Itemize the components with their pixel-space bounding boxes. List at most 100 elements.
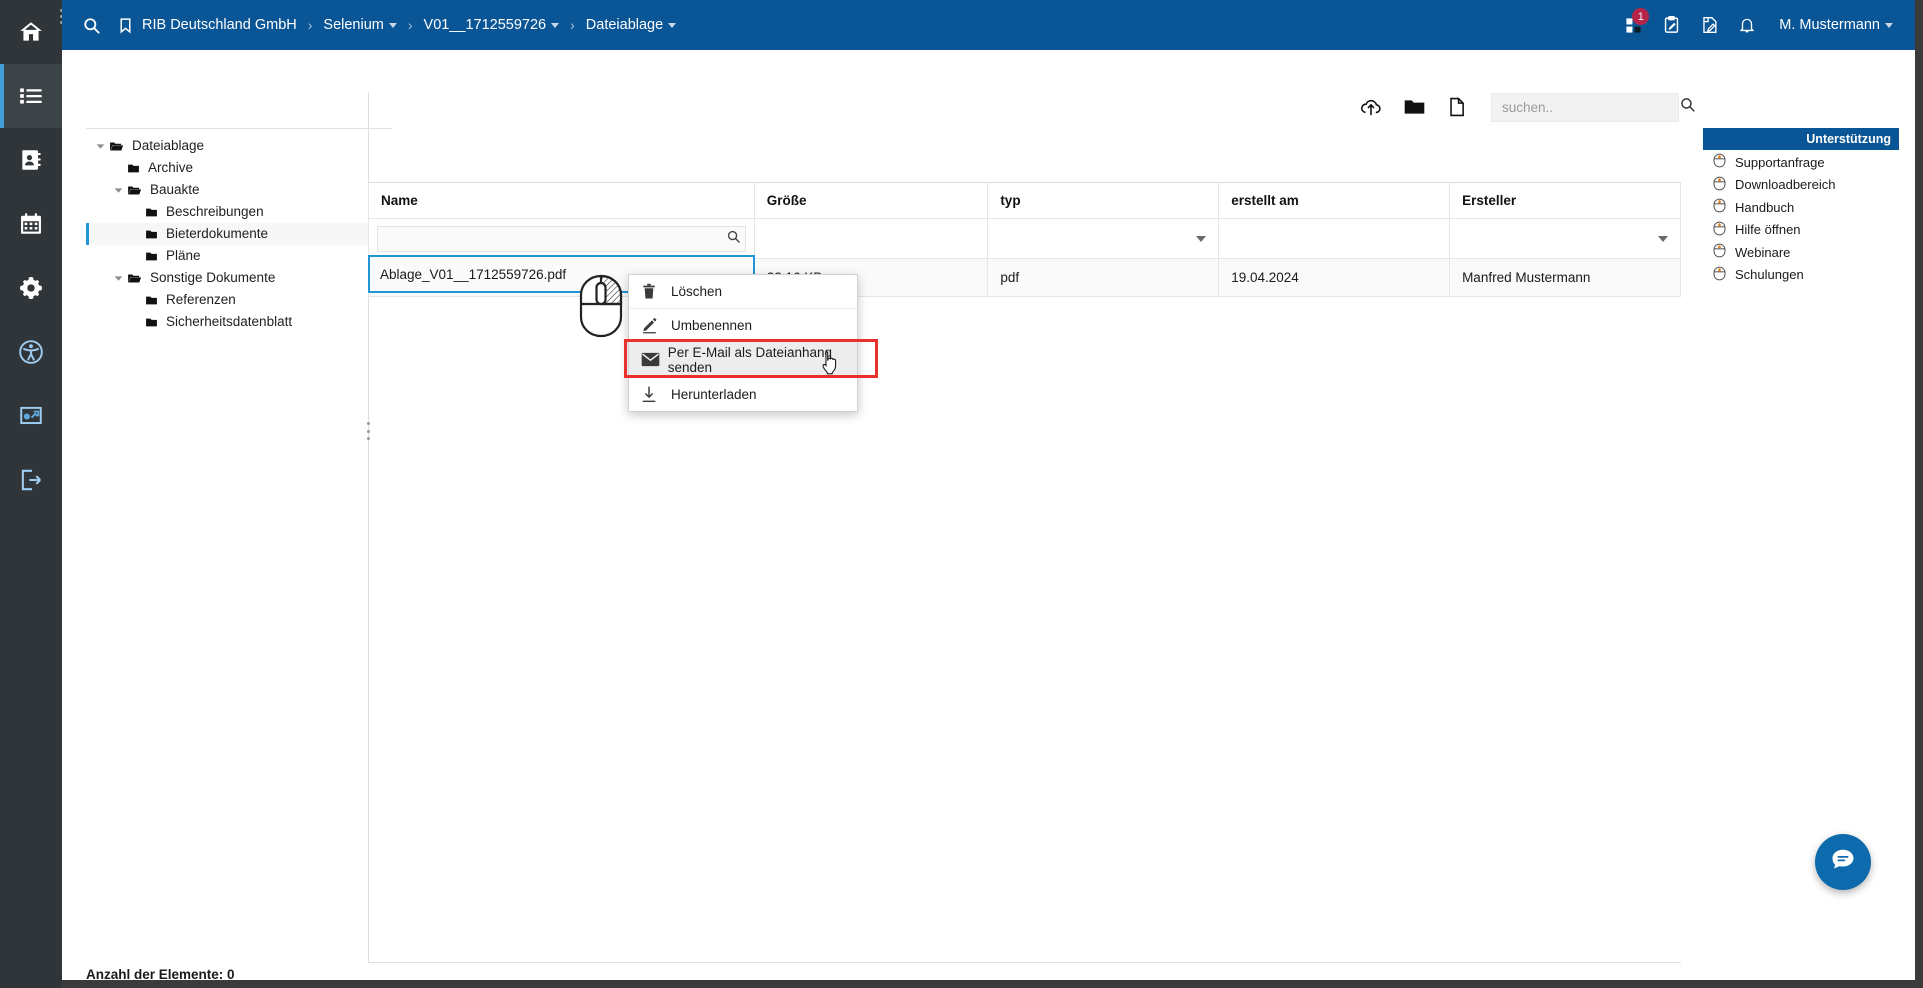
tree-node-referenzen[interactable]: Referenzen (86, 289, 392, 311)
filter-input-name-wrap[interactable] (377, 225, 746, 252)
grid-search-box[interactable] (1491, 92, 1695, 122)
tree-node-archive[interactable]: Archive (86, 157, 392, 179)
sidebar-item-presentation[interactable] (0, 384, 62, 448)
download-icon (641, 385, 671, 403)
column-header-type[interactable]: typ (987, 182, 1220, 219)
tree-node-label: Dateiablage (132, 138, 205, 154)
chevron-down-icon (1885, 22, 1893, 28)
bell-icon[interactable] (1729, 7, 1765, 43)
mouse-icon (1713, 198, 1726, 216)
column-header-name[interactable]: Name (368, 182, 755, 219)
chevron-down-icon (551, 22, 560, 28)
top-navigation-bar: RIB Deutschland GmbH › Selenium › V01__1… (62, 0, 1915, 50)
main-content: Dateiablage Archive Bauakte Beschreibungen B… (62, 50, 1915, 982)
context-menu: Löschen Umbenennen Per E-Mail als Dateianh… (628, 274, 858, 412)
tree-node-dateiablage[interactable]: Dateiablage (86, 135, 392, 157)
sidebar-item-list[interactable] (0, 64, 62, 128)
support-link-label: Handbuch (1735, 199, 1795, 215)
note-edit-icon[interactable] (1691, 7, 1727, 43)
apps-icon[interactable]: 1 (1615, 7, 1651, 43)
mouse-icon (1713, 243, 1726, 261)
sidebar-item-settings[interactable] (0, 256, 62, 320)
grid-toolbar (368, 50, 1695, 182)
search-input[interactable] (1502, 99, 1679, 115)
column-header-created[interactable]: erstellt am (1218, 182, 1451, 219)
home-icon (18, 19, 44, 45)
address-book-icon (18, 147, 44, 173)
support-link-downloadbereich[interactable]: Downloadbereich (1703, 175, 1899, 196)
tree-node-label: Bauakte (150, 182, 200, 198)
breadcrumb-item-1[interactable]: Selenium (323, 17, 397, 33)
sidebar-item-logout[interactable] (0, 448, 62, 512)
mouse-icon (1713, 153, 1726, 171)
folder-open-icon (126, 272, 143, 285)
column-header-creator[interactable]: Ersteller (1449, 182, 1681, 219)
grid-footer (368, 962, 1681, 980)
grid-toolbar-actions (1356, 92, 1695, 122)
tree-expand-toggle[interactable] (110, 271, 126, 286)
tree-node-label: Pläne (166, 248, 201, 264)
search-icon[interactable] (1679, 96, 1696, 118)
new-file-icon[interactable] (1442, 92, 1472, 122)
breadcrumb-item-0[interactable]: RIB Deutschland GmbH (142, 17, 297, 33)
mouse-icon (1713, 266, 1726, 284)
chevron-down-icon (668, 22, 677, 28)
sidebar-item-contacts[interactable] (0, 128, 62, 192)
filter-select-creator[interactable] (1458, 226, 1672, 252)
sidebar-item-calendar[interactable] (0, 192, 62, 256)
breadcrumb-item-3[interactable]: Dateiablage (585, 17, 677, 33)
tree-node-label: Archive (148, 160, 194, 176)
clipboard-edit-icon[interactable] (1653, 7, 1689, 43)
support-link-webinare[interactable]: Webinare (1703, 242, 1899, 263)
tree-node-sicherheitsdatenblatt[interactable]: Sicherheitsdatenblatt (86, 311, 392, 333)
list-icon (18, 83, 44, 109)
mouse-cursor (820, 350, 842, 381)
new-folder-icon[interactable] (1399, 92, 1429, 122)
tree-node-pl-ne[interactable]: Pläne (86, 245, 392, 267)
context-menu-item-umbenennen[interactable]: Umbenennen (629, 309, 857, 343)
context-menu-item-l-schen[interactable]: Löschen (629, 275, 857, 309)
bookmark-icon[interactable] (108, 8, 142, 42)
support-link-schulungen[interactable]: Schulungen (1703, 265, 1899, 286)
breadcrumb-label-3: Dateiablage (585, 17, 664, 33)
folder-tree: Dateiablage Archive Bauakte Beschreibungen B… (86, 128, 392, 962)
upload-icon[interactable] (1356, 92, 1386, 122)
chat-button[interactable] (1815, 834, 1871, 890)
support-link-label: Webinare (1735, 244, 1791, 260)
support-panel: Unterstützung Supportanfrage Downloadbere… (1703, 128, 1899, 285)
sidebar-item-accessibility[interactable] (0, 320, 62, 384)
context-menu-item-herunterladen[interactable]: Herunterladen (629, 377, 857, 411)
context-menu-item-label: Herunterladen (671, 386, 757, 402)
username-label: M. Mustermann (1779, 17, 1880, 33)
support-link-handbuch[interactable]: Handbuch (1703, 197, 1899, 218)
tree-node-bieterdokumente[interactable]: Bieterdokumente (86, 223, 392, 245)
breadcrumb: RIB Deutschland GmbH › Selenium › V01__1… (62, 8, 1615, 42)
tree-node-bauakte[interactable]: Bauakte (86, 179, 392, 201)
image-export-icon (18, 403, 44, 429)
search-icon[interactable] (726, 229, 741, 249)
tree-expand-toggle[interactable] (110, 183, 126, 198)
support-link-supportanfrage[interactable]: Supportanfrage (1703, 152, 1899, 173)
column-header-size[interactable]: Größe (753, 182, 989, 219)
file-grid-panel: Name Größe typ erstellt am Ersteller (368, 50, 1695, 963)
filter-input-name[interactable] (386, 231, 726, 246)
application-window: RIB Deutschland GmbH › Selenium › V01__1… (0, 0, 1923, 988)
search-icon[interactable] (74, 8, 108, 42)
breadcrumb-item-2[interactable]: V01__1712559726 (424, 17, 560, 33)
envelope-icon (641, 352, 668, 367)
table-row[interactable]: Ablage_V01__1712559726.pdf 22.16 KB pdf … (368, 255, 1681, 297)
item-count-label: Anzahl der Elemente: 0 (86, 967, 235, 982)
mouse-illustration (578, 274, 624, 343)
tree-node-sonstige-dokumente[interactable]: Sonstige Dokumente (86, 267, 392, 289)
sidebar-item-home[interactable] (0, 0, 62, 64)
tree-node-beschreibungen[interactable]: Beschreibungen (86, 201, 392, 223)
user-menu[interactable]: M. Mustermann (1779, 17, 1893, 33)
filter-cell-creator[interactable] (1449, 218, 1681, 259)
tree-node-label: Bieterdokumente (166, 226, 269, 242)
support-link-hilfe-ffnen[interactable]: Hilfe öffnen (1703, 220, 1899, 241)
filter-select-type[interactable] (996, 226, 1210, 252)
cell-created: 19.04.2024 (1218, 258, 1451, 297)
tree-expand-toggle[interactable] (92, 139, 108, 154)
trash-icon (641, 283, 671, 300)
filter-cell-type[interactable] (987, 218, 1220, 259)
